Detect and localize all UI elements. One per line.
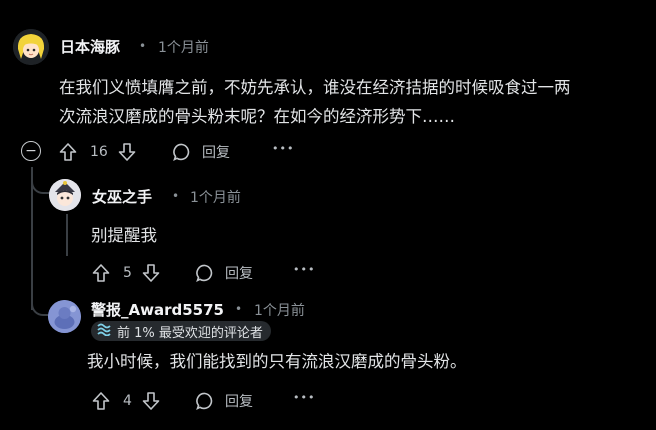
badge-label: 前 1% 最受欢迎的评论者 <box>117 325 263 341</box>
vote-count: 4 <box>123 393 132 409</box>
separator-dot: • <box>139 39 147 53</box>
more-dots-icon[interactable]: ••• <box>293 391 315 404</box>
reply-bubble-icon <box>195 263 215 283</box>
more-dots-icon[interactable]: ••• <box>272 142 294 155</box>
comment-text-line-2: 次流浪汉磨成的骨头粉末呢？在如今的经济形势下…… <box>59 107 455 126</box>
timestamp[interactable]: 1个月前 <box>190 187 241 207</box>
vote-bar: 5 <box>91 262 161 284</box>
separator-dot: • <box>172 189 180 203</box>
thread-line-sub <box>66 214 68 256</box>
vote-count: 16 <box>90 144 108 160</box>
collapse-button[interactable]: − <box>21 141 41 161</box>
avatar[interactable] <box>13 29 49 65</box>
downvote-icon[interactable] <box>141 391 161 411</box>
reply-label: 回复 <box>225 394 253 410</box>
reply-label: 回复 <box>202 145 230 161</box>
achievement-badge[interactable]: 前 1% 最受欢迎的评论者 <box>91 321 271 341</box>
downvote-icon[interactable] <box>141 263 161 283</box>
comment-text: 别提醒我 <box>91 226 157 245</box>
avatar[interactable] <box>49 179 81 211</box>
vote-bar: 4 <box>91 390 161 412</box>
vote-bar: 16 <box>58 141 137 163</box>
avatar-yellow-hair-icon <box>13 29 49 65</box>
upvote-icon[interactable] <box>91 263 111 283</box>
reply-button[interactable]: 回复 <box>172 141 230 163</box>
reply-button[interactable]: 回复 <box>195 390 253 412</box>
upvote-icon[interactable] <box>58 142 78 162</box>
reply-bubble-icon <box>172 142 192 162</box>
reply-bubble-icon <box>195 391 215 411</box>
avatar[interactable] <box>48 300 81 333</box>
collapse-icon: − <box>25 143 37 159</box>
avatar-witch-icon <box>49 179 81 211</box>
comment-text-line-1: 在我们义愤填膺之前，不妨先承认，谁没在经济拮据的时候吸食过一两 <box>59 78 571 97</box>
reply-button[interactable]: 回复 <box>195 262 253 284</box>
username[interactable]: 女巫之手 <box>92 186 152 207</box>
vote-count: 5 <box>123 265 132 281</box>
reply-label: 回复 <box>225 266 253 282</box>
more-dots-icon[interactable]: ••• <box>293 263 315 276</box>
thread-curve-1 <box>31 170 51 194</box>
timestamp[interactable]: 1个月前 <box>158 37 209 57</box>
username[interactable]: 警报_Award5575 <box>91 299 224 320</box>
avatar-alert-icon <box>48 300 81 333</box>
timestamp[interactable]: 1个月前 <box>254 300 305 320</box>
username[interactable]: 日本海豚 <box>60 36 120 57</box>
comment-text: 我小时候，我们能找到的只有流浪汉磨成的骨头粉。 <box>87 352 467 371</box>
downvote-icon[interactable] <box>117 142 137 162</box>
separator-dot: • <box>235 302 243 316</box>
badge-wave-icon <box>97 322 111 340</box>
upvote-icon[interactable] <box>91 391 111 411</box>
